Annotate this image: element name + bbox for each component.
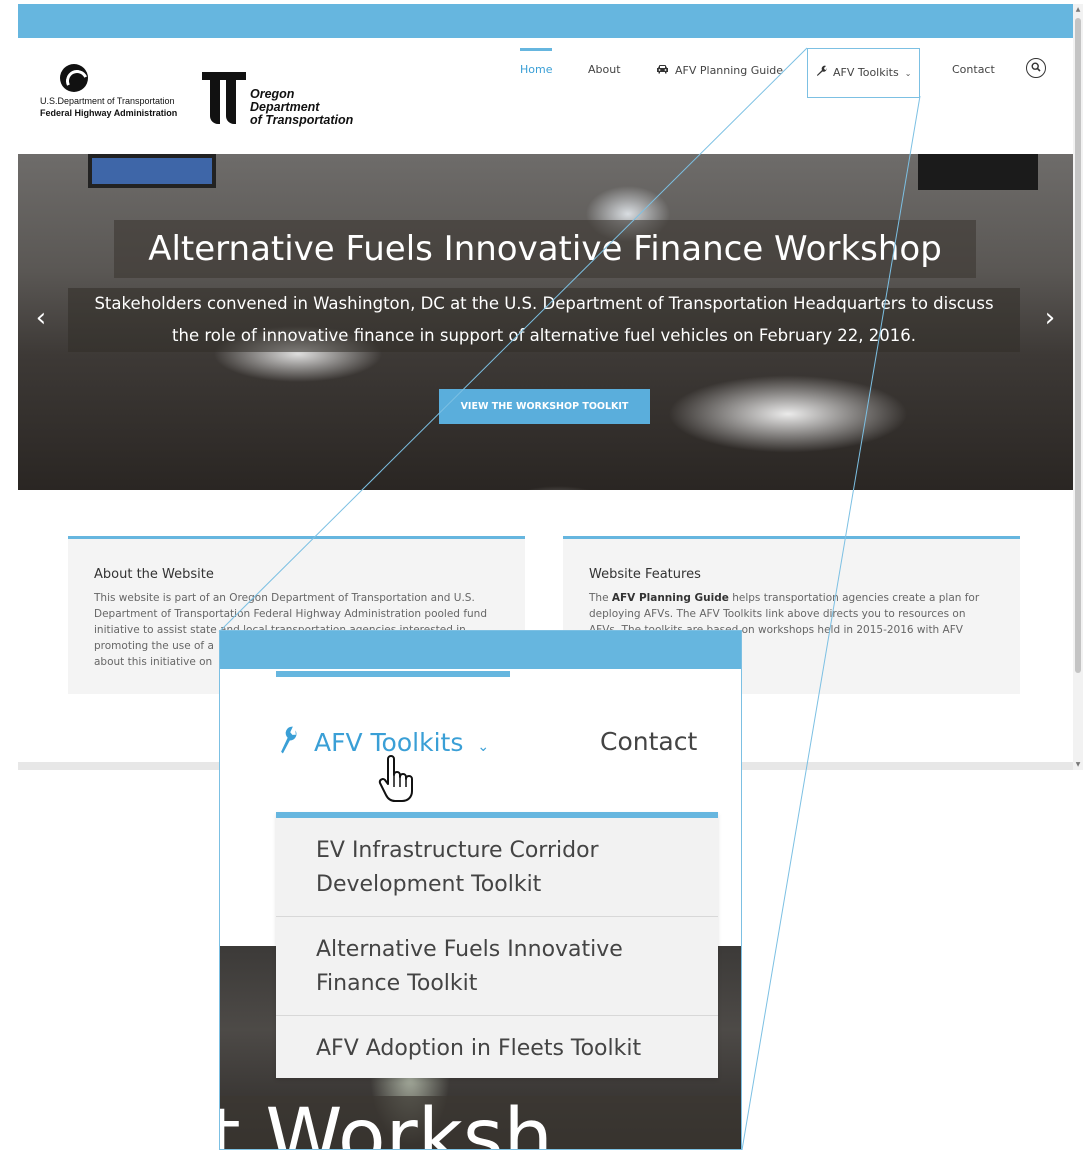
afv-toolkits-dropdown: EV Infrastructure Corridor Development T… (276, 812, 718, 1078)
search-icon[interactable] (1026, 58, 1046, 78)
odot-logo[interactable]: Oregon Department of Transportation (202, 72, 392, 128)
about-line1: This website is part of an Oregon Depart… (94, 592, 475, 604)
nav-afv-planning-guide[interactable]: AFV Planning Guide (656, 48, 783, 96)
vertical-scrollbar[interactable]: ▲ ▼ (1073, 4, 1083, 770)
about-line5: about this initiative on (94, 656, 213, 668)
fhwa-logo[interactable]: U.S.Department of Transportation Federal… (40, 64, 200, 118)
hero-photo-screen (88, 154, 216, 188)
features-p1-pre: The (589, 592, 612, 604)
nav-home[interactable]: Home (520, 48, 553, 96)
dropdown-item-finance-line1: Alternative Fuels Innovative (316, 937, 623, 962)
chevron-down-icon: ⌄ (904, 69, 912, 78)
dot-emblem-icon (60, 64, 88, 92)
fhwa-logo-line1: U.S.Department of Transportation (40, 96, 175, 106)
hero-subtitle-line2: the role of innovative finance in suppor… (172, 326, 916, 345)
dropdown-item-finance-line2: Finance Toolkit (316, 971, 478, 996)
features-line2: deploying AFVs. The AFV Toolkits link ab… (589, 608, 966, 620)
dropdown-item-afv-adoption-fleets[interactable]: AFV Adoption in Fleets Toolkit (276, 1016, 718, 1078)
top-accent-bar (18, 4, 1073, 38)
hero-slider: Alternative Fuels Innovative Finance Wor… (18, 154, 1073, 490)
nav-home-label: Home (520, 63, 553, 76)
zoom-nav-contact[interactable]: Contact (600, 727, 697, 756)
dropdown-item-ev-line1: EV Infrastructure Corridor (316, 838, 599, 863)
hand-cursor-icon (378, 755, 414, 803)
website-features-title: Website Features (589, 567, 701, 582)
slider-prev-arrow-icon[interactable]: ‹ (24, 298, 58, 342)
chevron-down-icon: ⌄ (477, 739, 490, 755)
odot-logo-line3: of Transportation (250, 113, 354, 127)
zoom-afv-toolkits-label: AFV Toolkits (314, 728, 464, 757)
view-workshop-toolkit-button[interactable]: VIEW THE WORKSHOP TOOLKIT (439, 389, 650, 424)
dropdown-item-innovative-finance[interactable]: Alternative Fuels Innovative Finance Too… (276, 917, 718, 1016)
zoom-hero-title-fragment: t Worksh (219, 1093, 553, 1150)
dropdown-item-ev-line2: Development Toolkit (316, 872, 542, 897)
nav-afv-toolkits-label: AFV Toolkits (833, 66, 899, 79)
scroll-down-icon[interactable]: ▼ (1074, 761, 1082, 768)
odot-mark-icon (202, 72, 246, 124)
about-line2: Department of Transportation Federal Hig… (94, 608, 487, 620)
car-icon (656, 48, 669, 92)
zoom-active-indicator (276, 671, 510, 677)
wrench-icon (816, 49, 827, 95)
hero-photo-screen-2 (918, 154, 1038, 190)
dropdown-item-fleets-line1: AFV Adoption in Fleets Toolkit (316, 1036, 642, 1061)
about-line4: promoting the use of a (94, 640, 214, 652)
about-website-title: About the Website (94, 567, 214, 582)
hero-title: Alternative Fuels Innovative Finance Wor… (148, 229, 942, 269)
nav-about[interactable]: About (588, 48, 621, 96)
nav-contact-label: Contact (952, 63, 995, 76)
nav-afv-toolkits[interactable]: AFV Toolkits ⌄ (807, 48, 921, 98)
fhwa-logo-line2: Federal Highway Administration (40, 108, 178, 118)
hero-subtitle: Stakeholders convened in Washington, DC … (68, 288, 1020, 352)
scroll-up-icon[interactable]: ▲ (1074, 6, 1082, 13)
hero-subtitle-line1: Stakeholders convened in Washington, DC … (94, 294, 994, 313)
dropdown-item-ev-infrastructure[interactable]: EV Infrastructure Corridor Development T… (276, 818, 718, 917)
wrench-icon (272, 724, 305, 760)
slider-next-arrow-icon[interactable]: › (1033, 298, 1067, 342)
nav-afv-planning-guide-label: AFV Planning Guide (675, 64, 784, 77)
zoom-inset: t Worksh AFV Toolkits ⌄ Contact EV Infras… (219, 630, 742, 1150)
zoom-nav-afv-toolkits[interactable]: AFV Toolkits ⌄ (276, 726, 490, 757)
zoom-top-accent-bar (220, 631, 741, 669)
afv-planning-guide-link[interactable]: AFV Planning Guide (612, 592, 729, 604)
scrollbar-thumb[interactable] (1075, 18, 1081, 673)
nav-about-label: About (588, 63, 621, 76)
nav-contact[interactable]: Contact (952, 48, 995, 96)
features-p1-post: helps transportation agencies create a p… (728, 592, 980, 604)
